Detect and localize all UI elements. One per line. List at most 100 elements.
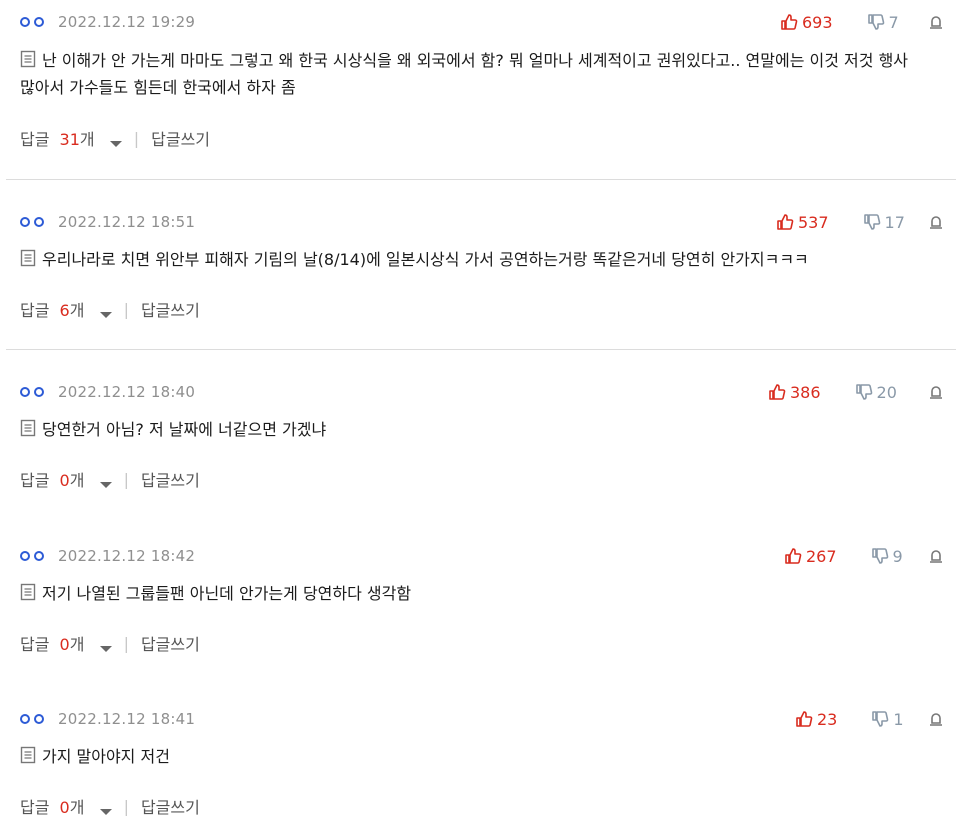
dislike-button[interactable]: 20 xyxy=(855,383,897,402)
like-button[interactable]: 537 xyxy=(776,213,829,232)
separator: | xyxy=(123,469,129,489)
comment-meta: 2022.12.12 18:40 xyxy=(20,381,195,403)
reply-toggle[interactable]: 답글 31개 xyxy=(20,126,134,150)
avatar xyxy=(20,17,44,27)
comment-timestamp: 2022.12.12 18:51 xyxy=(58,213,196,231)
avatar xyxy=(20,217,44,227)
thumbs-down-icon xyxy=(863,214,880,230)
avatar-dot xyxy=(34,714,44,724)
comment-footer: 답글 6개 | 답글쓰기 xyxy=(20,297,200,321)
comment-body: 가지 말아야지 저건 xyxy=(20,743,935,770)
reply-label: 답글 xyxy=(20,130,50,149)
siren-icon xyxy=(930,713,942,726)
siren-icon xyxy=(930,550,942,563)
avatar-dot xyxy=(34,551,44,561)
vote-group: 693 7 xyxy=(780,11,899,33)
document-icon xyxy=(20,583,36,601)
thumbs-up-icon xyxy=(777,214,794,230)
separator: | xyxy=(123,299,129,319)
comment-body: 우리나라로 치면 위안부 피해자 기림의 날(8/14)에 일본시상식 가서 공… xyxy=(20,246,935,273)
like-button[interactable]: 386 xyxy=(768,383,821,402)
dislike-button[interactable]: 17 xyxy=(863,213,905,232)
comment-timestamp: 2022.12.12 18:42 xyxy=(58,547,196,565)
like-button[interactable]: 267 xyxy=(784,547,837,566)
dislike-count: 1 xyxy=(893,709,904,729)
write-reply-link[interactable]: 답글쓰기 xyxy=(151,126,210,150)
document-icon xyxy=(20,249,36,267)
reply-unit: 개 xyxy=(69,301,85,320)
separator: | xyxy=(123,796,129,816)
avatar-dot xyxy=(20,714,30,724)
comment-text: 당연한거 아님? 저 날짜에 너같으면 가겠냐 xyxy=(42,420,327,439)
avatar-dot xyxy=(34,17,44,27)
comment-divider xyxy=(6,349,956,350)
reply-label: 답글 xyxy=(20,635,50,654)
reply-toggle[interactable]: 답글 6개 xyxy=(20,297,124,321)
report-button[interactable] xyxy=(928,711,944,727)
siren-icon xyxy=(930,16,942,29)
siren-icon xyxy=(930,386,942,399)
chevron-down-icon xyxy=(99,312,112,318)
write-reply-link[interactable]: 답글쓰기 xyxy=(141,467,200,491)
document-icon xyxy=(20,746,36,764)
thumbs-down-icon xyxy=(872,711,889,727)
separator: | xyxy=(133,128,140,148)
avatar-dot xyxy=(20,551,30,561)
report-button[interactable] xyxy=(928,214,944,230)
like-button[interactable]: 23 xyxy=(795,710,837,729)
thumbs-down-icon xyxy=(867,14,884,30)
dislike-button[interactable]: 7 xyxy=(867,13,899,32)
chevron-down-icon xyxy=(99,646,112,652)
like-count: 537 xyxy=(798,212,829,232)
vote-group: 23 1 xyxy=(795,708,904,730)
like-count: 267 xyxy=(806,546,837,566)
comment-text: 우리나라로 치면 위안부 피해자 기림의 날(8/14)에 일본시상식 가서 공… xyxy=(42,250,809,269)
comment-body: 당연한거 아님? 저 날짜에 너같으면 가겠냐 xyxy=(20,416,935,443)
report-button[interactable] xyxy=(928,384,944,400)
reply-unit: 개 xyxy=(69,798,85,817)
reply-toggle[interactable]: 답글 0개 xyxy=(20,794,124,818)
vote-group: 267 9 xyxy=(784,545,903,567)
reply-toggle[interactable]: 답글 0개 xyxy=(20,631,124,655)
avatar xyxy=(20,714,44,724)
comment-timestamp: 2022.12.12 18:41 xyxy=(58,710,196,728)
write-reply-link[interactable]: 답글쓰기 xyxy=(141,297,200,321)
write-reply-link[interactable]: 답글쓰기 xyxy=(141,794,200,818)
write-reply-link[interactable]: 답글쓰기 xyxy=(141,631,200,655)
avatar xyxy=(20,387,44,397)
thumbs-up-icon xyxy=(769,384,786,400)
comment-timestamp: 2022.12.12 19:29 xyxy=(58,13,196,31)
thumbs-up-icon xyxy=(785,548,802,564)
thumbs-up-icon xyxy=(781,14,798,30)
vote-group: 386 20 xyxy=(768,381,897,403)
thumbs-down-icon xyxy=(855,384,872,400)
like-button[interactable]: 693 xyxy=(780,13,833,32)
chevron-down-icon xyxy=(109,141,122,147)
reply-unit: 개 xyxy=(69,471,85,490)
report-button[interactable] xyxy=(928,548,944,564)
avatar-dot xyxy=(20,387,30,397)
comment-meta: 2022.12.12 19:29 xyxy=(20,11,195,33)
comment-text: 저기 나열된 그룹들팬 아닌데 안가는게 당연하다 생각함 xyxy=(42,584,412,603)
reply-count: 0 xyxy=(59,798,70,817)
comment-footer: 답글 0개 | 답글쓰기 xyxy=(20,794,200,818)
like-count: 23 xyxy=(817,709,838,729)
dislike-button[interactable]: 1 xyxy=(871,709,904,729)
reply-count: 0 xyxy=(59,471,70,490)
comment-body: 난 이해가 안 가는게 마마도 그렇고 왜 한국 시상식을 왜 외국에서 함? … xyxy=(20,47,935,101)
reply-count: 31 xyxy=(59,130,80,149)
chevron-down-icon xyxy=(99,482,112,488)
comment-footer: 답글 0개 | 답글쓰기 xyxy=(20,467,200,491)
report-button[interactable] xyxy=(928,14,944,30)
dislike-count: 7 xyxy=(888,12,899,32)
thumbs-up-icon xyxy=(796,711,813,727)
comment-meta: 2022.12.12 18:41 xyxy=(20,708,195,730)
comment-meta: 2022.12.12 18:51 xyxy=(20,211,195,233)
reply-label: 답글 xyxy=(20,471,50,490)
reply-toggle[interactable]: 답글 0개 xyxy=(20,467,124,491)
avatar xyxy=(20,551,44,561)
dislike-button[interactable]: 9 xyxy=(871,547,903,566)
comment-footer: 답글 0개 | 답글쓰기 xyxy=(20,631,200,655)
avatar-dot xyxy=(34,217,44,227)
document-icon xyxy=(20,419,36,437)
